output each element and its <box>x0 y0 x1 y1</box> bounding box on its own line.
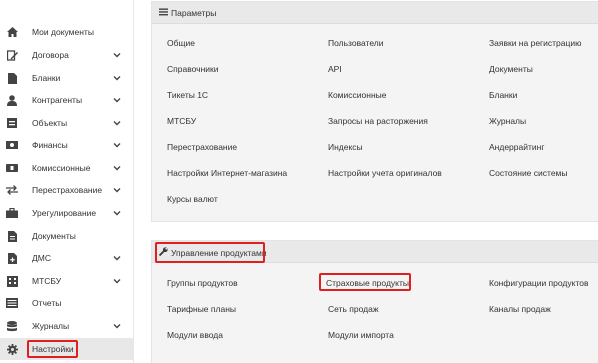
link-product-groups[interactable]: Группы продуктов <box>167 278 238 288</box>
link-originals-accounting-settings[interactable]: Настройки учета оригиналов <box>328 168 442 178</box>
link-registration-requests[interactable]: Заявки на регистрацию <box>489 38 581 48</box>
sidebar-item-journals[interactable]: Журналы <box>0 315 134 337</box>
sidebar-item-label: Мои документы <box>32 27 94 37</box>
report-icon <box>6 297 18 309</box>
sidebar-item-label: МТСБУ <box>32 276 62 286</box>
sidebar-item-label: Комиссионные <box>32 163 91 173</box>
database-icon <box>6 320 18 332</box>
sidebar-item-settlement[interactable]: Урегулирование <box>0 202 134 224</box>
sidebar-item-label: Документы <box>32 231 76 241</box>
link-general[interactable]: Общие <box>167 38 195 48</box>
link-sales-channels[interactable]: Каналы продаж <box>489 304 551 314</box>
link-import-modules[interactable]: Модули импорта <box>328 330 394 340</box>
sidebar-item-reinsurance[interactable]: Перестрахование <box>0 179 134 201</box>
products-title-highlight-box <box>155 242 265 263</box>
link-exchange-rates[interactable]: Курсы валют <box>167 194 218 204</box>
chevron-down-icon <box>113 76 121 81</box>
link-journals[interactable]: Журналы <box>489 116 526 126</box>
link-users[interactable]: Пользователи <box>328 38 383 48</box>
chevron-down-icon <box>113 121 121 126</box>
sidebar-item-label: Урегулирование <box>32 208 97 218</box>
link-insurance-products[interactable]: Страховые продукты <box>326 278 409 288</box>
link-api[interactable]: API <box>328 64 342 74</box>
home-icon <box>6 26 18 38</box>
sidebar-item-documents[interactable]: Документы <box>0 225 134 247</box>
sidebar-item-label: Контрагенты <box>32 95 83 105</box>
link-directories[interactable]: Справочники <box>167 64 219 74</box>
user-icon <box>6 94 18 106</box>
link-tickets-1c[interactable]: Тикеты 1С <box>167 90 208 100</box>
chevron-down-icon <box>113 279 121 284</box>
dms-icon <box>6 252 18 264</box>
sidebar-item-label: Объекты <box>32 118 68 128</box>
chevron-down-icon <box>113 211 121 216</box>
sidebar: Мои документы Договора Бланки Контрагент… <box>0 0 134 363</box>
exchange-icon <box>6 184 18 196</box>
sidebar-item-mtsbu[interactable]: МТСБУ <box>0 270 134 292</box>
contract-icon <box>6 49 18 61</box>
link-reinsurance[interactable]: Перестрахование <box>167 142 237 152</box>
link-system-status[interactable]: Состояние системы <box>489 168 568 178</box>
chevron-down-icon <box>113 256 121 261</box>
panel-header: Параметры <box>152 2 598 24</box>
building-icon <box>6 275 18 287</box>
chevron-down-icon <box>113 143 121 148</box>
sidebar-item-commissions[interactable]: Комиссионные <box>0 157 134 179</box>
list-icon <box>159 8 169 18</box>
sidebar-item-counterparties[interactable]: Контрагенты <box>0 89 134 111</box>
product-management-panel: Управление продуктами Группы продуктов С… <box>151 240 598 363</box>
chevron-down-icon <box>113 98 121 103</box>
sidebar-item-objects[interactable]: Объекты <box>0 112 134 134</box>
sidebar-item-label: Договора <box>32 50 69 60</box>
link-tariff-plans[interactable]: Тарифные планы <box>167 304 236 314</box>
sidebar-item-my-documents[interactable]: Мои документы <box>0 21 134 43</box>
panel-title: Параметры <box>159 8 216 18</box>
sidebar-item-label: ДМС <box>32 253 51 263</box>
link-documents[interactable]: Документы <box>489 64 533 74</box>
gear-icon <box>6 343 18 355</box>
sidebar-item-label: Журналы <box>32 321 70 331</box>
panel-title-text: Параметры <box>171 8 217 18</box>
object-icon <box>6 117 18 129</box>
document-icon <box>6 230 18 242</box>
briefcase-icon <box>6 207 18 219</box>
commission-icon <box>6 162 18 174</box>
blank-form-icon <box>6 72 18 84</box>
chevron-down-icon <box>113 188 121 193</box>
link-termination-requests[interactable]: Запросы на расторжения <box>328 116 428 126</box>
money-icon <box>6 139 18 151</box>
chevron-down-icon <box>113 324 121 329</box>
link-blanks[interactable]: Бланки <box>489 90 517 100</box>
parameters-panel: Параметры Общие Пользователи Заявки на р… <box>151 1 598 222</box>
link-sales-network[interactable]: Сеть продаж <box>328 304 379 314</box>
link-mtsbu[interactable]: МТСБУ <box>167 116 196 126</box>
sidebar-item-reports[interactable]: Отчеты <box>0 292 134 314</box>
link-input-modules[interactable]: Модули ввода <box>167 330 223 340</box>
sidebar-item-label: Отчеты <box>32 298 62 308</box>
sidebar-item-settings[interactable]: Настройки <box>0 338 134 360</box>
panel-header: Управление продуктами <box>152 241 598 263</box>
chevron-down-icon <box>113 53 121 58</box>
sidebar-item-label: Финансы <box>32 140 68 150</box>
sidebar-item-contracts[interactable]: Договора <box>0 44 134 66</box>
link-product-configurations[interactable]: Конфигурации продуктов <box>489 278 589 288</box>
sidebar-item-finance[interactable]: Финансы <box>0 134 134 156</box>
link-commissions[interactable]: Комиссионные <box>328 90 386 100</box>
sidebar-item-blanks[interactable]: Бланки <box>0 67 134 89</box>
sidebar-item-label: Перестрахование <box>32 185 103 195</box>
link-indexes[interactable]: Индексы <box>328 142 363 152</box>
sidebar-item-label: Настройки <box>32 344 74 354</box>
link-online-store-settings[interactable]: Настройки Интернет-магазина <box>167 168 287 178</box>
chevron-down-icon <box>113 166 121 171</box>
sidebar-item-dms[interactable]: ДМС <box>0 247 134 269</box>
link-underwriting[interactable]: Андеррайтинг <box>489 142 544 152</box>
sidebar-item-label: Бланки <box>32 73 61 83</box>
